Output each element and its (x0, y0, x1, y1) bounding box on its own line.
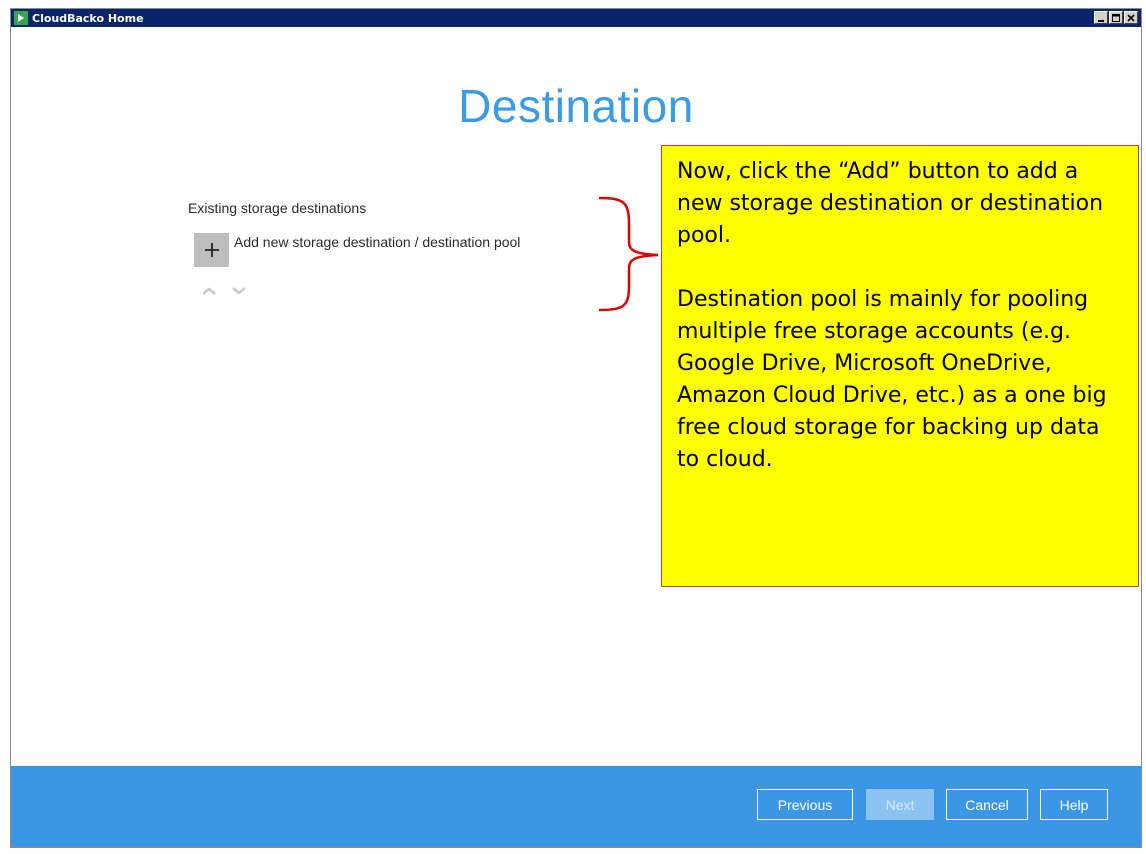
plus-icon (204, 243, 219, 257)
chevron-up-icon (202, 287, 216, 295)
cancel-button[interactable]: Cancel (946, 789, 1028, 820)
minimize-button[interactable] (1094, 11, 1108, 24)
close-icon (1127, 13, 1135, 22)
callout-paragraph-1: Now, click the “Add” button to add a new… (677, 159, 1104, 248)
previous-button[interactable]: Previous (757, 789, 853, 820)
reorder-controls (201, 285, 247, 297)
add-destination-button[interactable] (194, 233, 229, 267)
title-bar[interactable]: CloudBacko Home (11, 9, 1141, 27)
window-controls (1094, 11, 1138, 24)
next-button[interactable]: Next (866, 789, 934, 820)
annotation-bracket (598, 196, 659, 312)
page-title: Destination (458, 80, 694, 132)
add-destination-label[interactable]: Add new storage destination / destinatio… (234, 234, 520, 250)
maximize-button[interactable] (1109, 11, 1123, 24)
move-up-button[interactable] (201, 285, 217, 297)
existing-destinations-label: Existing storage destinations (188, 200, 367, 216)
window-title: CloudBacko Home (32, 11, 144, 25)
maximize-icon (1112, 13, 1120, 22)
app-window: CloudBacko Home Destination Existing sto… (10, 8, 1142, 848)
minimize-icon (1098, 19, 1104, 22)
move-down-button[interactable] (231, 285, 247, 297)
footer-bar: Previous Next Cancel Help (11, 766, 1141, 847)
callout-paragraph-2: Destination pool is mainly for pooling m… (677, 287, 1107, 472)
help-button[interactable]: Help (1040, 789, 1108, 820)
annotation-callout: Now, click the “Add” button to add a new… (661, 145, 1139, 587)
close-button[interactable] (1124, 11, 1138, 24)
app-logo-icon (14, 11, 28, 25)
chevron-down-icon (232, 287, 246, 295)
